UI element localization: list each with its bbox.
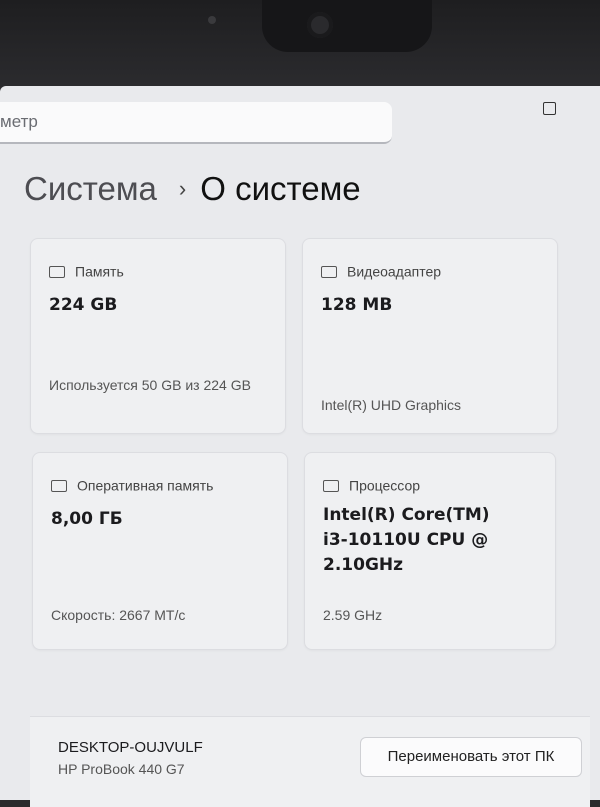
- camera-indicator: [208, 16, 216, 24]
- rename-pc-button[interactable]: Переименовать этот ПК: [360, 737, 582, 777]
- storage-title: Память: [75, 263, 124, 280]
- cpu-title: Процессор: [349, 477, 421, 494]
- storage-value: 224 GB: [49, 295, 118, 315]
- ram-card-header: Оперативная память: [51, 475, 214, 494]
- device-info-bar: DESKTOP-OUJVULF HP ProBook 440 G7 Переим…: [30, 716, 590, 807]
- cpu-card[interactable]: Процессор Intel(R) Core(TM) i3-10110U CP…: [304, 452, 556, 650]
- ram-card[interactable]: Оперативная память 8,00 ГБ Скорость: 266…: [32, 452, 288, 650]
- ram-value: 8,00 ГБ: [51, 509, 123, 529]
- gpu-value: 128 MB: [321, 295, 393, 315]
- storage-card[interactable]: Память 224 GB Используется 50 GB из 224 …: [30, 238, 286, 434]
- cpu-value: Intel(R) Core(TM) i3-10110U CPU @ 2.10GH…: [323, 505, 490, 575]
- page-title: О системе: [200, 170, 361, 207]
- processor-icon: [323, 479, 339, 492]
- cpu-card-header: Процессор: [323, 475, 421, 494]
- ram-title: Оперативная память: [77, 477, 214, 494]
- gpu-detail: Intel(R) UHD Graphics: [321, 397, 462, 413]
- storage-card-header: Память: [49, 261, 124, 280]
- gpu-card[interactable]: Видеоадаптер 128 MB Intel(R) UHD Graphic…: [302, 238, 558, 434]
- settings-window: метр Система › О системе Память 224 GB Исп…: [0, 86, 600, 807]
- camera-icon: [307, 12, 333, 38]
- maximize-icon[interactable]: [543, 102, 556, 115]
- camera-housing: [262, 0, 432, 52]
- breadcrumb: Система › О системе: [24, 170, 361, 210]
- device-name: DESKTOP-OUJVULF: [58, 739, 203, 756]
- breadcrumb-parent[interactable]: Система: [24, 170, 157, 208]
- device-model: HP ProBook 440 G7: [58, 761, 185, 777]
- cpu-detail: 2.59 GHz: [323, 607, 383, 623]
- ram-detail: Скорость: 2667 МТ/с: [51, 607, 186, 623]
- gpu-card-header: Видеоадаптер: [321, 261, 442, 280]
- laptop-bezel: [0, 0, 600, 92]
- display-adapter-icon: [321, 265, 337, 278]
- storage-icon: [49, 265, 65, 278]
- memory-icon: [51, 479, 67, 492]
- chevron-right-icon: ›: [178, 176, 187, 201]
- search-text: метр: [0, 112, 38, 131]
- storage-detail: Используется 50 GB из 224 GB: [49, 377, 251, 393]
- search-input[interactable]: метр: [0, 102, 392, 144]
- gpu-title: Видеоадаптер: [347, 263, 442, 280]
